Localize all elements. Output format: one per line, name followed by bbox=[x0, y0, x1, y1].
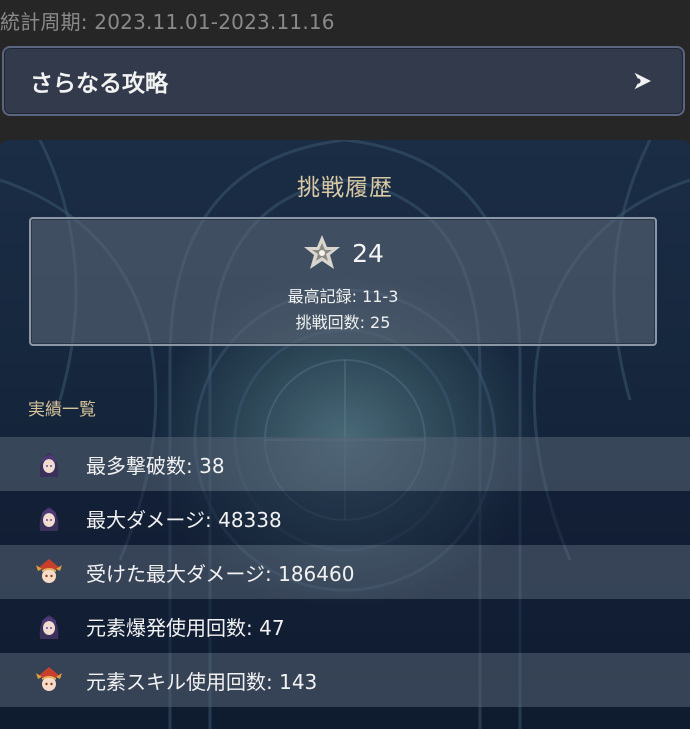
max-damage-stat: 最大ダメージ: 48338 bbox=[86, 507, 282, 532]
max-stars-value: 24 bbox=[352, 238, 384, 268]
challenge-history-title: 挑戦履歴 bbox=[297, 175, 393, 201]
purple-hair-character-avatar bbox=[34, 611, 64, 641]
red-hat-character-avatar bbox=[34, 557, 64, 587]
list-item: 受けた最大ダメージ: 186460 bbox=[0, 545, 690, 599]
challenge-history-panel: 挑戦履歴 24 最高記録: 11-3 挑戦回数: 25 実績一覧 最多撃破数: … bbox=[0, 140, 690, 729]
more-strategy-button[interactable]: さらなる攻略 bbox=[2, 46, 685, 116]
purple-hair-character-avatar bbox=[34, 503, 64, 533]
elemental-burst-count-stat: 元素爆発使用回数: 47 bbox=[86, 615, 285, 640]
list-item: 元素スキル使用回数: 143 bbox=[0, 653, 690, 707]
abyss-star-icon bbox=[302, 233, 342, 273]
forward-arrow-icon bbox=[629, 68, 655, 94]
best-record-text: 最高記録: 11-3 bbox=[287, 287, 399, 306]
challenge-count-text: 挑戦回数: 25 bbox=[295, 313, 391, 332]
red-hat-character-avatar bbox=[34, 665, 64, 695]
list-item: 元素爆発使用回数: 47 bbox=[0, 599, 690, 653]
list-item: 最大ダメージ: 48338 bbox=[0, 491, 690, 545]
purple-hair-character-avatar bbox=[34, 449, 64, 479]
list-item: 最多撃破数: 38 bbox=[0, 437, 690, 491]
stat-period-label: 統計周期: 2023.11.01-2023.11.16 bbox=[0, 10, 335, 34]
achievement-list: 最多撃破数: 38 最大ダメージ: 48338 受けた最大ダメージ: 18646… bbox=[0, 437, 690, 707]
record-summary-box: 24 最高記録: 11-3 挑戦回数: 25 bbox=[29, 217, 657, 346]
more-strategy-label: さらなる攻略 bbox=[30, 71, 168, 97]
most-defeats-stat: 最多撃破数: 38 bbox=[86, 453, 225, 478]
achievements-section-title: 実績一覧 bbox=[28, 400, 96, 420]
elemental-skill-count-stat: 元素スキル使用回数: 143 bbox=[86, 669, 318, 694]
max-damage-taken-stat: 受けた最大ダメージ: 186460 bbox=[86, 561, 355, 586]
